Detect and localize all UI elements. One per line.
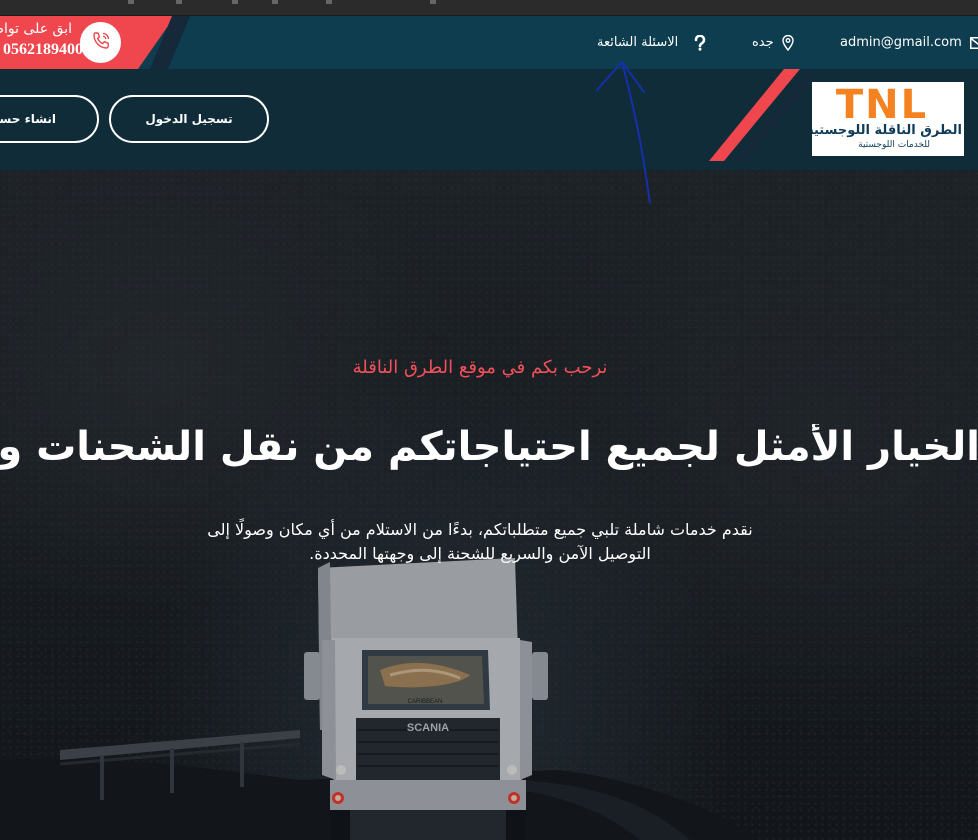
page: admin@gmail.com جده الاسئلة الشائعة ابق … bbox=[0, 0, 978, 840]
tab-marker bbox=[326, 0, 332, 4]
phone-call-button[interactable] bbox=[80, 22, 121, 63]
hero-welcome-text: نرحب بكم في موقع الطرق الناقلة bbox=[352, 357, 608, 378]
faq-link[interactable]: الاسئلة الشائعة bbox=[597, 16, 706, 69]
email-link[interactable]: admin@gmail.com bbox=[840, 16, 978, 69]
browser-tab-strip bbox=[0, 0, 978, 16]
map-pin-icon bbox=[781, 34, 794, 51]
hero-title: الخيار الأمثل لجميع احتياجاتكم من نقل ال… bbox=[0, 424, 978, 470]
location-link[interactable]: جده bbox=[752, 16, 794, 69]
hero-overlay bbox=[0, 170, 978, 840]
envelope-icon bbox=[969, 36, 978, 49]
logo-decoration-stripes bbox=[709, 69, 810, 161]
logo-mark: TNL bbox=[835, 82, 929, 128]
question-mark-icon bbox=[694, 34, 706, 51]
contact-phone-number[interactable]: 0562189400 bbox=[3, 41, 83, 59]
tab-marker bbox=[176, 0, 182, 4]
phone-call-icon bbox=[90, 30, 112, 56]
email-text: admin@gmail.com bbox=[840, 35, 962, 50]
tab-marker bbox=[272, 0, 278, 4]
register-button[interactable]: انشاء حساب bbox=[0, 95, 99, 143]
contact-box: ابق على تواصل 0562189400 bbox=[0, 16, 190, 69]
contact-label: ابق على تواصل bbox=[0, 21, 72, 37]
tab-marker bbox=[128, 0, 134, 4]
login-button[interactable]: تسجيل الدخول bbox=[109, 95, 269, 143]
hero-description: نقدم خدمات شاملة تلبي جميع متطلباتكم، بد… bbox=[207, 520, 753, 563]
hero-section: SCANIA CARIBBEAN نرحب بكم في موقع الطرق … bbox=[0, 170, 978, 840]
site-logo[interactable]: TNL الطرق الناقلة اللوجستية للخدمات اللو… bbox=[812, 82, 964, 156]
tab-marker bbox=[430, 0, 436, 4]
faq-text: الاسئلة الشائعة bbox=[597, 35, 679, 50]
tab-marker bbox=[232, 0, 238, 4]
city-text: جده bbox=[752, 35, 774, 50]
dark-stripe bbox=[734, 69, 810, 161]
logo-subtitle: للخدمات اللوجستية bbox=[858, 140, 930, 150]
logo-name: الطرق الناقلة اللوجستية bbox=[812, 123, 962, 138]
